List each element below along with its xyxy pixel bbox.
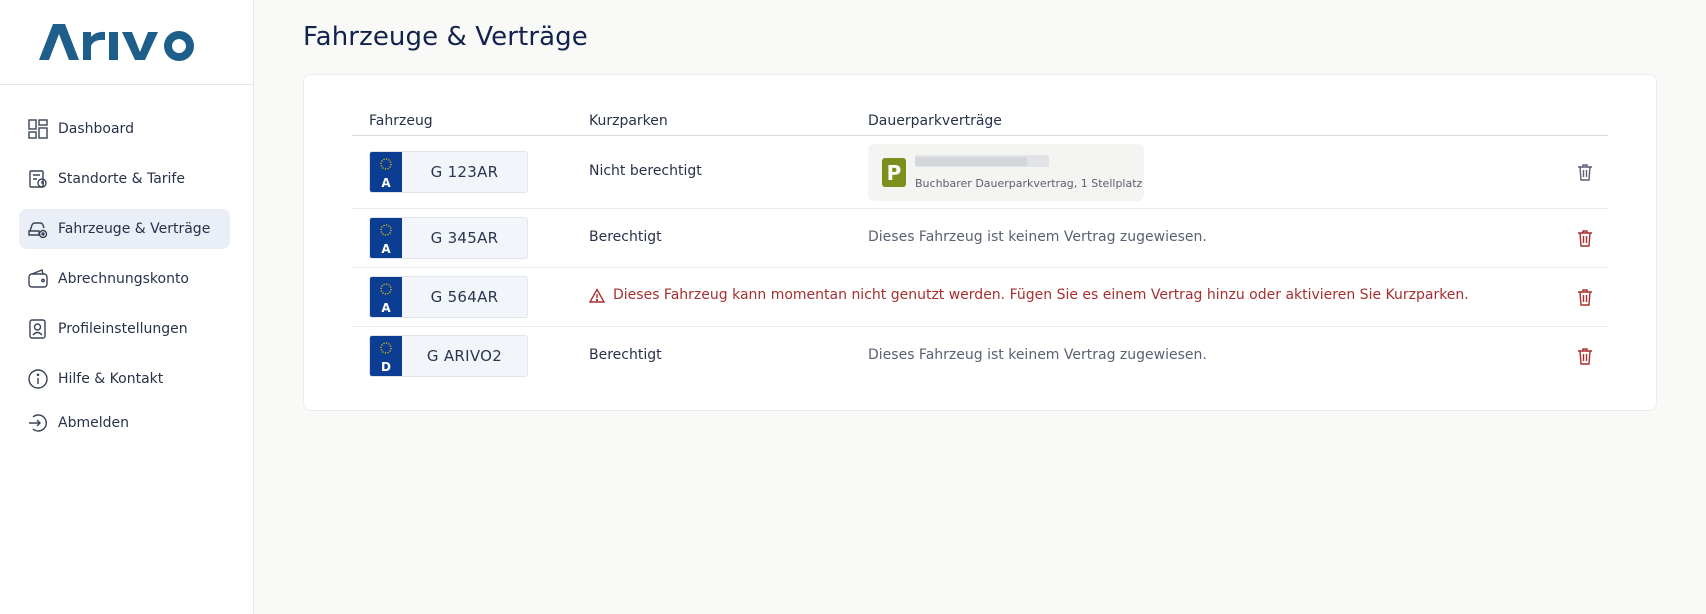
vehicles-table: Fahrzeug Kurzparken Dauerparkverträge A …: [352, 99, 1608, 386]
contract-card[interactable]: P Buchbarer Dauerparkvertrag, 1 Stellpla…: [868, 144, 1144, 201]
info-icon: [26, 367, 50, 391]
eu-stars-icon: [380, 158, 392, 170]
contract-details: Buchbarer Dauerparkvertrag, 1 Stellplatz: [915, 155, 1142, 190]
trash-icon[interactable]: [1575, 346, 1595, 366]
plate-country-code: A: [381, 301, 391, 315]
contract-status-text: Dieses Fahrzeug ist keinem Vertrag zugew…: [868, 229, 1207, 245]
parking-badge: P: [882, 158, 906, 187]
sidebar-item-label: Fahrzeuge & Verträge: [58, 221, 211, 237]
plate-country-code: A: [381, 176, 391, 190]
eu-stars-icon: [380, 224, 392, 236]
eu-flag-band: A: [370, 277, 402, 317]
sidebar-item-locations[interactable]: Standorte & Tarife: [19, 159, 230, 199]
trash-icon[interactable]: [1575, 162, 1595, 182]
trash-icon[interactable]: [1575, 228, 1595, 248]
sidebar-item-label: Dashboard: [58, 121, 134, 137]
plate-country-code: D: [381, 360, 391, 374]
table-row: A G 345AR Berechtigt Dieses Fahrzeug ist…: [352, 209, 1608, 268]
license-plate[interactable]: A G 564AR: [369, 276, 528, 318]
column-header-vehicle: Fahrzeug: [369, 113, 433, 129]
plate-number: G ARIVO2: [426, 347, 503, 365]
warning-text: Dieses Fahrzeug kann momentan nicht genu…: [613, 287, 1469, 303]
plate-number: G 123AR: [430, 163, 499, 181]
sidebar-item-help[interactable]: Hilfe & Kontakt: [19, 359, 230, 399]
logo-area: [0, 0, 253, 85]
car-settings-icon: [26, 217, 50, 241]
short-parking-status: Berechtigt: [589, 347, 662, 363]
dashboard-icon: [26, 117, 50, 141]
trash-icon[interactable]: [1575, 287, 1595, 307]
table-row: A G 564AR Dieses Fahrzeug kann momentan …: [352, 268, 1608, 327]
location-tariff-icon: [26, 167, 50, 191]
plate-number: G 564AR: [430, 288, 499, 306]
sidebar-item-billing[interactable]: Abrechnungskonto: [19, 259, 230, 299]
eu-stars-icon: [380, 342, 392, 354]
page-title: Fahrzeuge & Verträge: [303, 22, 588, 52]
table-row: A G 123AR Nicht berechtigt P Buchbarer D…: [352, 136, 1608, 209]
short-parking-status: Berechtigt: [589, 229, 662, 245]
sidebar-item-logout[interactable]: Abmelden: [19, 403, 230, 443]
short-parking-status: Nicht berechtigt: [589, 163, 702, 179]
arivo-logo[interactable]: [38, 22, 215, 62]
sidebar-item-label: Abrechnungskonto: [58, 271, 189, 287]
eu-stars-icon: [380, 283, 392, 295]
plate-number: G 345AR: [430, 229, 499, 247]
table-row: D G ARIVO2 Berechtigt Dieses Fahrzeug is…: [352, 327, 1608, 386]
logout-icon: [26, 411, 50, 435]
vehicle-warning: Dieses Fahrzeug kann momentan nicht genu…: [589, 287, 1469, 303]
redacted-contract-name: [915, 155, 1049, 167]
eu-flag-band: D: [370, 336, 402, 376]
sidebar: Dashboard Standorte & Tarife Fahrzeuge &…: [0, 0, 254, 614]
main-content: Fahrzeuge & Verträge Fahrzeug Kurzparken…: [255, 0, 1706, 614]
profile-icon: [26, 317, 50, 341]
wallet-icon: [26, 267, 50, 291]
contract-subtitle: Buchbarer Dauerparkvertrag, 1 Stellplatz: [915, 177, 1143, 190]
sidebar-item-profile[interactable]: Profileinstellungen: [19, 309, 230, 349]
vehicles-card: Fahrzeug Kurzparken Dauerparkverträge A …: [303, 74, 1657, 411]
contract-status-text: Dieses Fahrzeug ist keinem Vertrag zugew…: [868, 347, 1207, 363]
eu-flag-band: A: [370, 152, 402, 192]
sidebar-item-label: Abmelden: [58, 415, 129, 431]
table-header: Fahrzeug Kurzparken Dauerparkverträge: [352, 99, 1608, 136]
sidebar-item-label: Profileinstellungen: [58, 321, 188, 337]
warning-triangle-icon: [589, 287, 605, 303]
sidebar-item-label: Standorte & Tarife: [58, 171, 185, 187]
sidebar-item-dashboard[interactable]: Dashboard: [19, 109, 230, 149]
column-header-contracts: Dauerparkverträge: [868, 113, 1002, 129]
eu-flag-band: A: [370, 218, 402, 258]
sidebar-item-label: Hilfe & Kontakt: [58, 371, 164, 387]
license-plate[interactable]: A G 345AR: [369, 217, 528, 259]
license-plate[interactable]: D G ARIVO2: [369, 335, 528, 377]
sidebar-nav: Dashboard Standorte & Tarife Fahrzeuge &…: [0, 85, 253, 443]
column-header-short-parking: Kurzparken: [589, 113, 668, 129]
license-plate[interactable]: A G 123AR: [369, 151, 528, 193]
plate-country-code: A: [381, 242, 391, 256]
sidebar-item-vehicles[interactable]: Fahrzeuge & Verträge: [19, 209, 230, 249]
